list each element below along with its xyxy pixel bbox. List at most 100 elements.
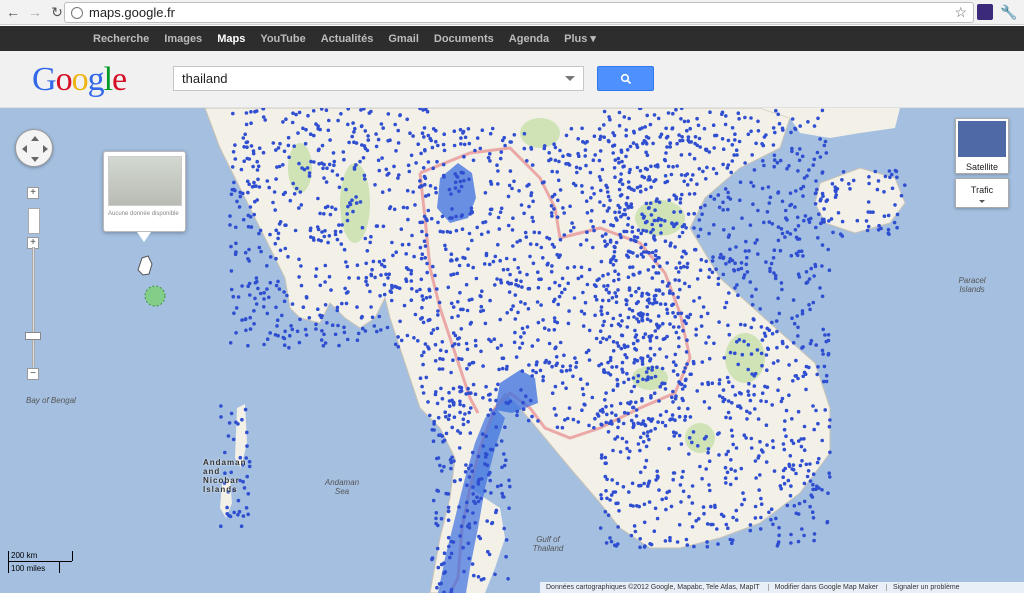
map-marker-dot[interactable] — [816, 116, 820, 121]
map-marker-dot[interactable] — [584, 199, 589, 203]
map-marker-dot[interactable] — [679, 442, 684, 446]
map-marker-dot[interactable] — [713, 133, 717, 138]
map-marker-dot[interactable] — [759, 351, 764, 356]
map-marker-dot[interactable] — [447, 390, 451, 395]
map-marker-dot[interactable] — [525, 272, 529, 277]
map-marker-dot[interactable] — [659, 231, 663, 235]
map-marker-dot[interactable] — [498, 317, 503, 322]
map-marker-dot[interactable] — [736, 267, 741, 272]
map-marker-dot[interactable] — [759, 399, 763, 403]
map-marker-dot[interactable] — [802, 533, 806, 538]
map-marker-dot[interactable] — [370, 267, 374, 272]
map-marker-dot[interactable] — [762, 220, 766, 225]
map-marker-dot[interactable] — [238, 194, 243, 199]
map-marker-dot[interactable] — [420, 131, 425, 135]
map-marker-dot[interactable] — [741, 491, 745, 495]
map-marker-dot[interactable] — [490, 520, 495, 525]
map-marker-dot[interactable] — [648, 357, 653, 361]
map-marker-dot[interactable] — [459, 142, 463, 146]
map-marker-dot[interactable] — [255, 198, 259, 202]
map-marker-dot[interactable] — [679, 311, 684, 316]
map-marker-dot[interactable] — [530, 163, 535, 167]
map-marker-dot[interactable] — [808, 307, 812, 312]
map-marker-dot[interactable] — [672, 434, 676, 438]
map-marker-dot[interactable] — [617, 110, 622, 115]
map-marker-dot[interactable] — [404, 252, 409, 256]
map-marker-dot[interactable] — [547, 158, 551, 163]
map-marker-dot[interactable] — [659, 217, 664, 222]
map-marker-dot[interactable] — [547, 341, 552, 346]
map-marker-dot[interactable] — [561, 364, 565, 369]
gbar-item-gmail[interactable]: Gmail — [388, 33, 419, 45]
map-marker-dot[interactable] — [827, 268, 832, 272]
map-marker-dot[interactable] — [555, 170, 559, 174]
map-marker-dot[interactable] — [484, 434, 489, 439]
map-marker-dot[interactable] — [814, 225, 818, 230]
map-marker-dot[interactable] — [665, 311, 670, 315]
map-marker-dot[interactable] — [813, 191, 818, 196]
map-marker-dot[interactable] — [488, 447, 493, 452]
map-marker-dot[interactable] — [648, 542, 652, 546]
map-marker-dot[interactable] — [683, 418, 687, 422]
map-marker-dot[interactable] — [472, 573, 476, 578]
map-marker-dot[interactable] — [737, 139, 742, 144]
map-marker-dot[interactable] — [580, 190, 585, 195]
map-marker-dot[interactable] — [705, 311, 710, 316]
map-marker-dot[interactable] — [768, 269, 772, 274]
map-marker-dot[interactable] — [467, 475, 472, 479]
map-marker-dot[interactable] — [465, 500, 469, 505]
map-marker-dot[interactable] — [687, 192, 692, 196]
map-marker-dot[interactable] — [250, 185, 255, 189]
map-marker-dot[interactable] — [746, 393, 751, 397]
map-marker-dot[interactable] — [796, 409, 801, 414]
map-marker-dot[interactable] — [555, 425, 560, 430]
map-marker-dot[interactable] — [726, 190, 730, 195]
map-marker-dot[interactable] — [435, 287, 439, 291]
map-marker-dot[interactable] — [355, 338, 360, 342]
map-marker-dot[interactable] — [618, 450, 623, 454]
map-marker-dot[interactable] — [504, 256, 509, 261]
map-marker-dot[interactable] — [688, 372, 692, 377]
map-marker-dot[interactable] — [257, 245, 262, 250]
map-marker-dot[interactable] — [297, 161, 301, 166]
map-marker-dot[interactable] — [645, 312, 650, 317]
map-marker-dot[interactable] — [609, 539, 614, 544]
map-marker-dot[interactable] — [358, 159, 362, 164]
map-marker-dot[interactable] — [603, 474, 608, 479]
map-marker-dot[interactable] — [632, 273, 636, 277]
map-marker-dot[interactable] — [558, 148, 562, 153]
map-marker-dot[interactable] — [621, 212, 625, 217]
map-marker-dot[interactable] — [307, 316, 312, 320]
map-marker-dot[interactable] — [550, 214, 554, 218]
map-marker-dot[interactable] — [420, 220, 425, 225]
map-marker-dot[interactable] — [621, 421, 626, 426]
map-marker-dot[interactable] — [351, 209, 355, 214]
map-marker-dot[interactable] — [643, 125, 647, 129]
map-marker-dot[interactable] — [677, 414, 682, 419]
map-marker-dot[interactable] — [617, 123, 622, 128]
map-marker-dot[interactable] — [817, 456, 821, 461]
map-marker-dot[interactable] — [660, 279, 665, 284]
map-marker-dot[interactable] — [816, 365, 820, 369]
map-marker-dot[interactable] — [424, 375, 429, 380]
map-marker-dot[interactable] — [824, 151, 829, 155]
map-marker-dot[interactable] — [599, 362, 604, 366]
map-marker-dot[interactable] — [599, 259, 604, 264]
map-marker-dot[interactable] — [503, 143, 507, 148]
map-marker-dot[interactable] — [571, 181, 576, 186]
map-marker-dot[interactable] — [368, 289, 372, 294]
map-marker-dot[interactable] — [537, 230, 542, 235]
map-marker-dot[interactable] — [635, 185, 640, 190]
map-marker-dot[interactable] — [626, 377, 631, 382]
map-marker-dot[interactable] — [430, 145, 435, 150]
map-marker-dot[interactable] — [460, 357, 464, 361]
map-marker-dot[interactable] — [660, 381, 664, 386]
map-marker-dot[interactable] — [611, 151, 615, 155]
map-marker-dot[interactable] — [821, 327, 825, 332]
map-marker-dot[interactable] — [622, 380, 626, 385]
map-marker-dot[interactable] — [607, 335, 612, 339]
map-marker-dot[interactable] — [747, 381, 751, 386]
map-marker-dot[interactable] — [458, 402, 462, 407]
map-marker-dot[interactable] — [416, 339, 420, 343]
map-marker-dot[interactable] — [450, 207, 454, 211]
